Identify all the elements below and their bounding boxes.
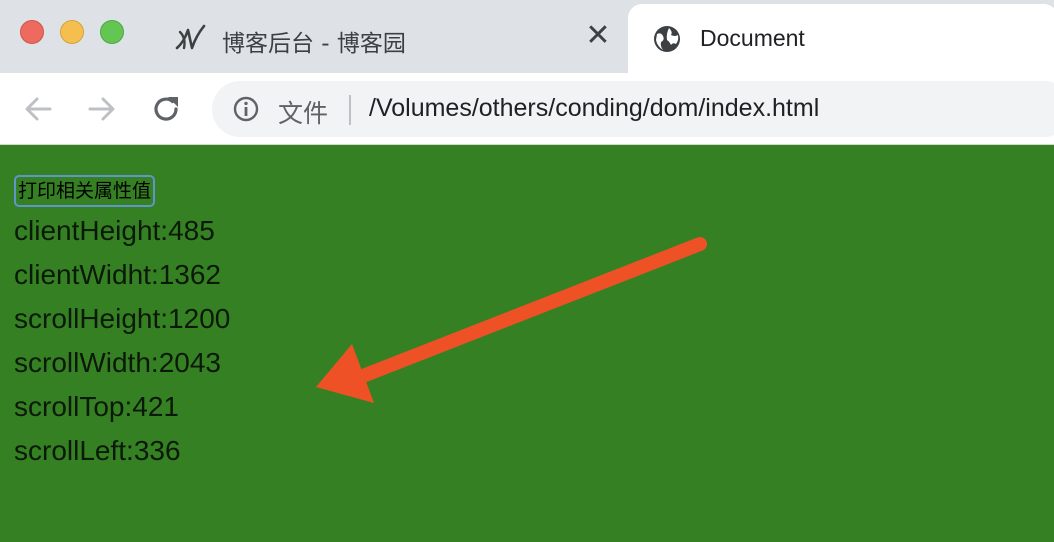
url-text[interactable]: /Volumes/others/conding/dom/index.html [369,94,819,123]
tab-title: Document [700,25,805,51]
window-close-button[interactable] [20,20,44,44]
browser-toolbar: 文件 /Volumes/others/conding/dom/index.htm… [0,73,1054,145]
scheme-label: 文件 [278,99,329,128]
address-divider [349,95,351,125]
address-bar[interactable]: 文件 /Volumes/others/conding/dom/index.htm… [212,81,1054,137]
window-maximize-button[interactable] [100,20,124,44]
tab-title: 博客后台 - 博客园 [222,31,406,57]
cnblogs-logo-icon [175,24,206,50]
page-content: 打印相关属性值 clientHeight:485 clientWidht:136… [0,146,1054,542]
info-icon[interactable] [232,95,260,123]
window-minimize-button[interactable] [60,20,84,44]
annotation-arrow-icon [316,237,707,403]
tab-close-icon[interactable]: ✕ [582,20,614,52]
back-arrow-icon[interactable] [20,91,56,127]
reload-icon[interactable] [148,91,184,127]
globe-icon [654,26,680,52]
forward-arrow-icon[interactable] [84,91,120,127]
tab-cnblogs[interactable]: 博客后台 - 博客园 ✕ [160,0,625,73]
tab-strip: 博客后台 - 博客园 ✕ Document [0,0,1054,74]
tab-document[interactable]: Document [628,4,1054,74]
